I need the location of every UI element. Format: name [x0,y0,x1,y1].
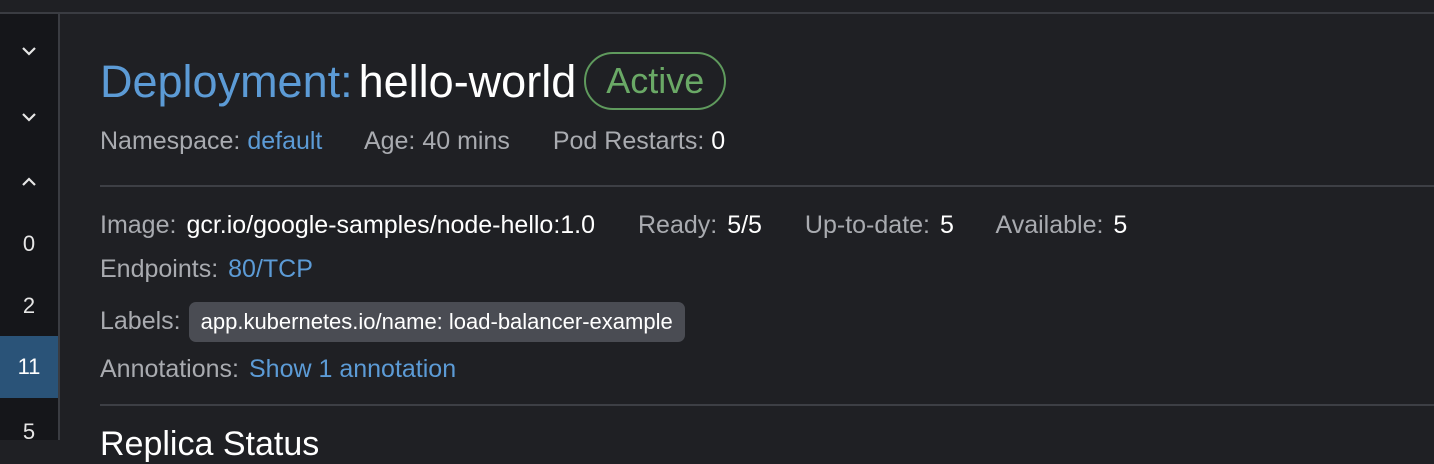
namespace-field: Namespace: default [100,127,322,155]
expand-chevron[interactable] [0,159,58,203]
labels-label: Labels: [100,307,181,335]
uptodate-field: Up-to-date: 5 [805,211,954,239]
restarts-label: Pod Restarts: [552,127,705,155]
collapse-chevron-2[interactable] [0,94,58,138]
sidebar-gutter: 0 2 11 5 [0,14,60,444]
restarts-value: 0 [711,127,726,155]
image-field: Image: gcr.io/google-samples/node-hello:1… [100,211,595,239]
divider [100,185,1434,187]
ready-field: Ready: 5/5 [638,211,762,239]
age-value: 40 mins [422,127,510,155]
gutter-count[interactable]: 2 [0,284,58,328]
page-title: Deployment: hello-world Active [100,52,727,112]
annotations-row: Annotations: Show 1 annotation [100,352,456,386]
chevron-up-icon [22,177,36,186]
section-heading: Replica Status [100,425,320,463]
collapse-chevron-1[interactable] [0,28,58,72]
ready-value: 5/5 [727,211,762,239]
labels-row: Labels: app.kubernetes.io/name: load-bala… [100,301,685,343]
available-field: Available: 5 [995,211,1127,239]
chevron-down-icon [22,47,36,56]
endpoints-label: Endpoints: [100,255,219,283]
image-row: Image: gcr.io/google-samples/node-hello:1… [100,208,1163,242]
namespace-link[interactable]: default [247,127,322,155]
gutter-count[interactable]: 5 [0,410,58,454]
divider [100,404,1434,406]
ready-label: Ready: [637,211,718,239]
image-label: Image: [100,211,177,239]
available-value: 5 [1113,211,1128,239]
gutter-count-selected[interactable]: 11 [0,336,58,398]
resource-kind: Deployment: [100,56,353,107]
endpoints-row: Endpoints: 80/TCP [100,252,313,286]
resource-name: hello-world [358,56,577,107]
image-value: gcr.io/google-samples/node-hello:1.0 [186,211,596,239]
status-badge: Active [584,52,727,110]
uptodate-value: 5 [939,211,954,239]
age-label: Age: [363,127,416,155]
top-border [0,12,1434,14]
age-field: Age: 40 mins [364,127,510,155]
namespace-label: Namespace: [100,127,241,155]
annotations-label: Annotations: [100,355,239,383]
label-chip: app.kubernetes.io/name: load-balancer-ex… [188,302,685,343]
show-annotations-link[interactable]: Show 1 annotation [249,355,456,383]
uptodate-label: Up-to-date: [804,211,930,239]
available-label: Available: [995,211,1104,239]
meta-row: Namespace: default Age: 40 mins Pod Rest… [100,124,761,158]
restarts-field: Pod Restarts: 0 [553,127,725,155]
chevron-down-icon [22,113,36,122]
endpoints-link[interactable]: 80/TCP [228,255,313,283]
gutter-count[interactable]: 0 [0,222,58,266]
